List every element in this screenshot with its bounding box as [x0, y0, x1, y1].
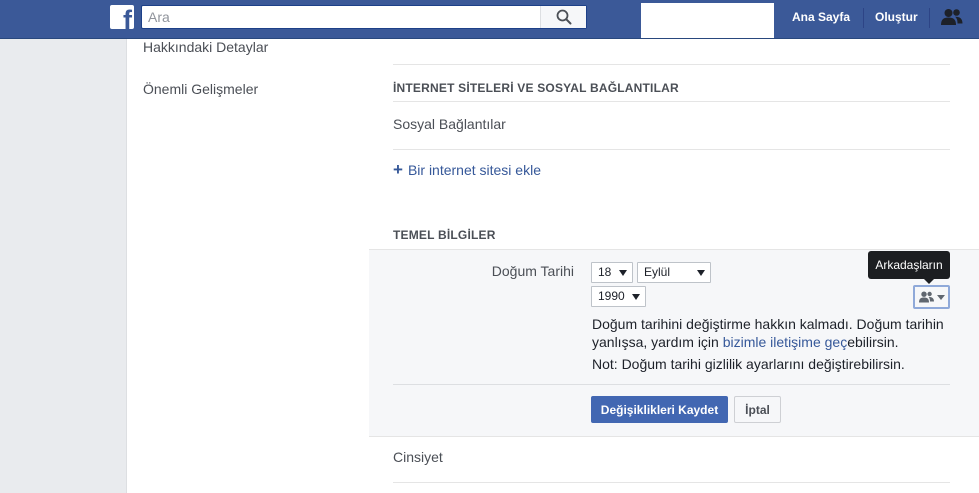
plus-icon: +	[393, 160, 403, 179]
profile-shortcut-area[interactable]	[641, 3, 774, 38]
birthday-label: Doğum Tarihi	[491, 263, 574, 279]
friend-requests-icon	[941, 9, 963, 25]
birthday-year-value: 1990	[598, 289, 625, 303]
birthday-privacy-note: Not: Doğum tarihi gizlilik ayarlarını de…	[592, 356, 905, 372]
note-text-end: ebilirsin.	[847, 334, 899, 350]
facebook-logo-letter: f	[123, 5, 132, 30]
basic-info-section-header: TEMEL BİLGİLER	[393, 228, 496, 242]
dropdown-arrow-icon	[632, 294, 640, 300]
birthday-day-value: 18	[598, 265, 612, 279]
privacy-tooltip: Arkadaşların	[868, 251, 950, 284]
search-icon	[556, 9, 571, 25]
sidebar-item-life-events[interactable]: Önemli Gelişmeler	[143, 81, 258, 97]
friend-requests-button[interactable]	[940, 7, 964, 27]
divider	[393, 101, 950, 102]
audience-selector-button[interactable]	[913, 285, 950, 309]
birthday-month-value: Eylül	[644, 265, 671, 279]
save-changes-button[interactable]: Değişiklikleri Kaydet	[591, 396, 728, 423]
birthday-edit-panel: Doğum Tarihi 18 Eylül 1990 Arkadaşların …	[369, 249, 979, 437]
about-content: İNTERNET SİTELERİ VE SOSYAL BAĞLANTILAR …	[369, 39, 979, 493]
nav-divider	[863, 8, 864, 28]
add-website-label: Bir internet sitesi ekle	[407, 162, 541, 178]
home-link[interactable]: Ana Sayfa	[792, 10, 850, 24]
dropdown-arrow-icon	[619, 270, 627, 276]
birthday-day-select[interactable]: 18	[591, 262, 633, 283]
add-website-link[interactable]: + Bir internet sitesi ekle	[393, 160, 541, 179]
cancel-button[interactable]: İptal	[734, 396, 781, 423]
dropdown-arrow-icon	[697, 270, 705, 276]
divider	[393, 482, 950, 483]
sidebar-item-details[interactable]: Hakkındaki Detaylar	[143, 39, 268, 55]
top-navigation-bar: f Ana Sayfa Oluştur	[0, 0, 979, 39]
friends-audience-icon	[918, 291, 934, 303]
nav-divider	[929, 8, 930, 28]
search-box	[141, 5, 587, 29]
divider	[393, 64, 950, 65]
chevron-down-icon	[936, 294, 945, 300]
birthday-month-select[interactable]: Eylül	[637, 262, 711, 283]
divider	[393, 149, 950, 150]
birthday-year-select[interactable]: 1990	[591, 286, 646, 307]
gender-label: Cinsiyet	[393, 449, 443, 465]
facebook-logo-icon[interactable]: f	[110, 5, 134, 29]
social-links-label: Sosyal Bağlantılar	[393, 116, 506, 132]
websites-section-header: İNTERNET SİTELERİ VE SOSYAL BAĞLANTILAR	[393, 81, 679, 95]
search-input[interactable]	[142, 6, 546, 28]
search-button[interactable]	[540, 6, 586, 28]
divider	[393, 384, 950, 385]
create-link[interactable]: Oluştur	[875, 10, 918, 24]
contact-us-link[interactable]: bizimle iletişime geç	[723, 334, 847, 350]
birthday-change-note: Doğum tarihini değiştirme hakkın kalmadı…	[592, 315, 952, 351]
about-sidebar: Hakkındaki Detaylar Önemli Gelişmeler	[126, 39, 370, 493]
